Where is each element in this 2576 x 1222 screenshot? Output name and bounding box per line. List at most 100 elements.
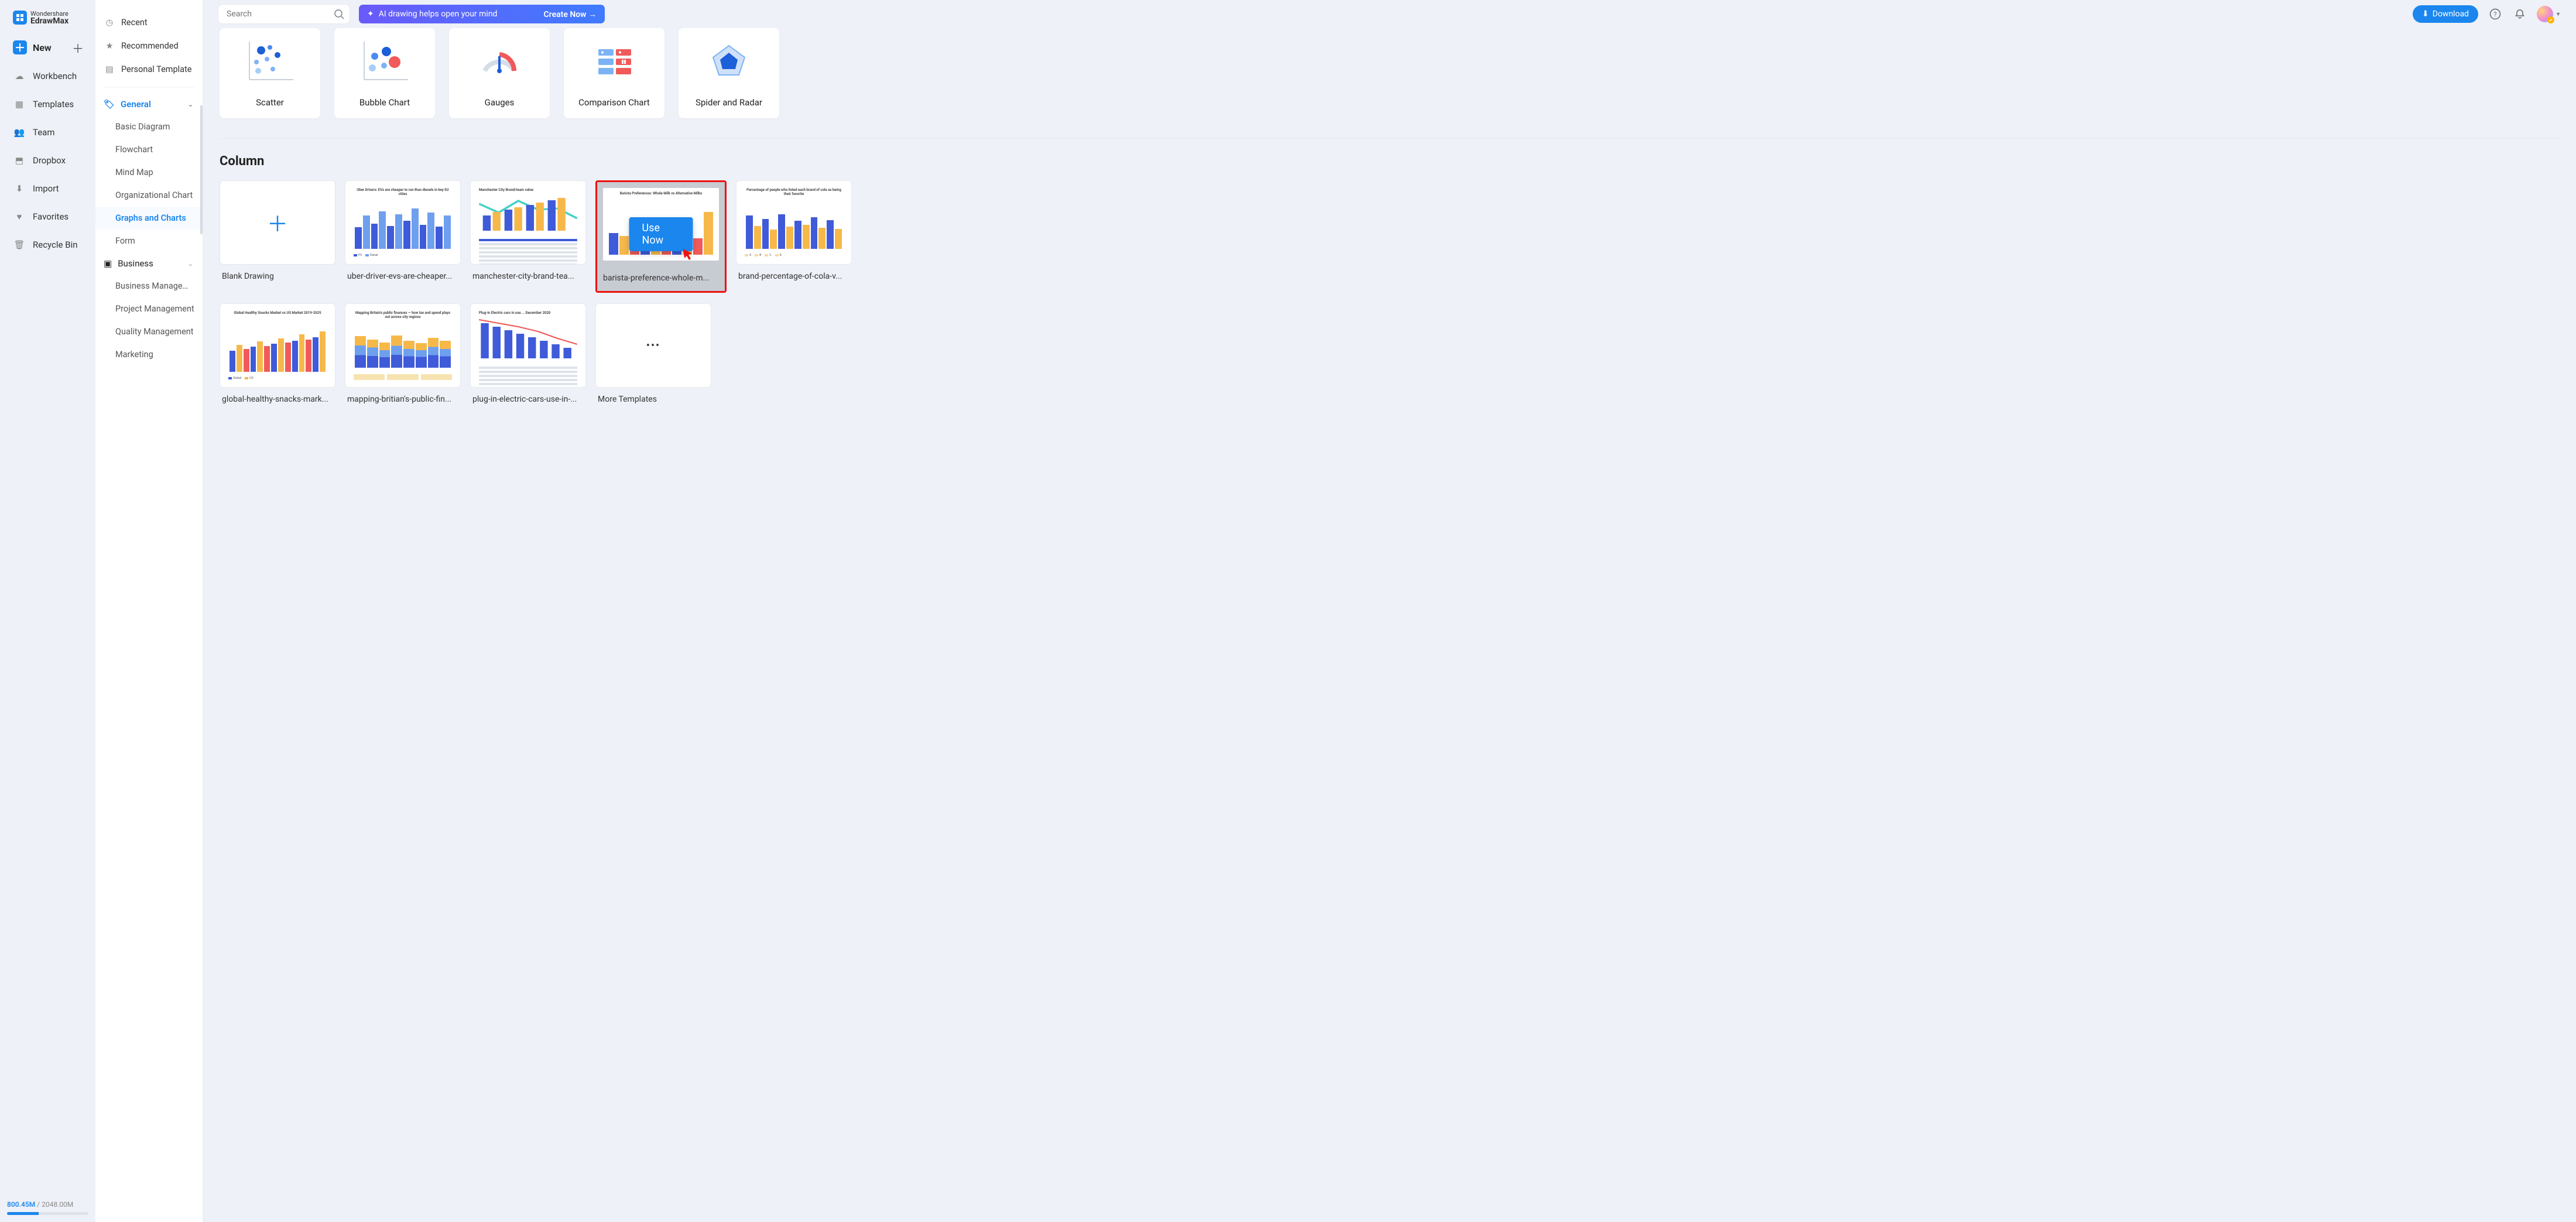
- template-more[interactable]: ••• More Templates: [595, 303, 711, 406]
- chevron-down-icon: ⌄: [188, 260, 193, 268]
- app-logo: Wondershare EdrawMax: [0, 6, 95, 33]
- category-card-gauges[interactable]: Gauges: [449, 28, 550, 118]
- category-card-spider[interactable]: Spider and Radar: [679, 28, 779, 118]
- subitem-flowchart[interactable]: Flowchart: [95, 138, 203, 161]
- subitem-form[interactable]: Form: [95, 230, 203, 252]
- subitem-organizational-chart[interactable]: Organizational Chart: [95, 184, 203, 207]
- category-business[interactable]: ▣Business ⌄: [95, 252, 203, 275]
- card-label: Scatter: [256, 97, 284, 108]
- template-label: Blank Drawing: [220, 265, 335, 283]
- thumb-blank: ＋: [220, 180, 335, 265]
- thumb: Manchester City Brand/team value: [470, 180, 586, 265]
- scrollbar[interactable]: [200, 105, 203, 234]
- category-cards-row: Scatter Bubble Char: [220, 28, 2560, 118]
- thumb: Percentage of people who listed each bra…: [736, 180, 852, 265]
- template-barista-highlighted[interactable]: Barista Preferences: Whole Milk vs Alter…: [595, 180, 727, 293]
- download-button[interactable]: ⬇ Download: [2413, 5, 2478, 23]
- bubble-icon: [340, 34, 429, 90]
- subitem-business-management[interactable]: Business Management: [95, 275, 203, 297]
- sidebar-item-recycle[interactable]: 🗑 Recycle Bin: [0, 231, 95, 259]
- cursor-icon: [681, 248, 694, 264]
- templates-icon: ▦: [13, 98, 26, 111]
- bell-icon[interactable]: [2512, 6, 2527, 22]
- comparison-icon: [570, 34, 659, 90]
- template-uber[interactable]: Uber Drivers: EVs are cheaper to run tha…: [345, 180, 461, 293]
- divider: [220, 138, 2560, 139]
- ellipsis-icon: •••: [646, 340, 660, 352]
- ai-banner[interactable]: ✦AI drawing helps open your mind Create …: [359, 5, 605, 23]
- thumb: Plug-in Electric cars in use ... Decembe…: [470, 303, 586, 388]
- sidebar-item-workbench[interactable]: ☁ Workbench: [0, 62, 95, 90]
- thumb: Global Healthy Snacks Market vs US Marke…: [220, 303, 335, 388]
- doc-icon: ▤: [104, 63, 115, 75]
- template-label: uber-driver-evs-are-cheaper...: [345, 265, 461, 283]
- chevron-down-icon: ▼: [2556, 11, 2561, 18]
- primary-sidebar: Wondershare EdrawMax ＋ New ＋ ☁ Workbench…: [0, 0, 95, 1222]
- thumb: Barista Preferences: Whole Milk vs Alter…: [597, 182, 725, 266]
- subitem-mind-map[interactable]: Mind Map: [95, 161, 203, 184]
- import-icon: ⬇: [13, 182, 26, 195]
- category-general[interactable]: 🏷General ⌄: [95, 93, 203, 115]
- sidebar-item-import[interactable]: ⬇ Import: [0, 174, 95, 203]
- trash-icon: 🗑: [13, 238, 26, 251]
- subitem-marketing[interactable]: Marketing: [95, 343, 203, 366]
- templates-row-1: ＋ Blank Drawing Uber Drivers: EVs are ch…: [220, 180, 2560, 293]
- search-input[interactable]: [218, 5, 350, 23]
- template-label: barista-preference-whole-m...: [597, 266, 725, 291]
- sidebar-item-favorites[interactable]: ♥ Favorites: [0, 203, 95, 231]
- category-card-scatter[interactable]: Scatter: [220, 28, 320, 118]
- template-label: manchester-city-brand-tea...: [470, 265, 586, 283]
- template-ev[interactable]: Plug-in Electric cars in use ... Decembe…: [470, 303, 586, 406]
- tag-icon: 🏷: [104, 99, 115, 109]
- help-icon[interactable]: ?: [2488, 6, 2503, 22]
- nav2-recent[interactable]: ◷ Recent: [95, 11, 203, 34]
- sidebar-item-templates[interactable]: ▦ Templates: [0, 90, 95, 118]
- card-label: Bubble Chart: [359, 97, 410, 108]
- storage-bar: [7, 1212, 88, 1215]
- search-icon[interactable]: [333, 8, 345, 20]
- search-box: [218, 5, 350, 23]
- dropbox-icon: ⬒: [13, 154, 26, 167]
- sidebar-item-team[interactable]: 👥 Team: [0, 118, 95, 146]
- nav2-personal-template[interactable]: ▤ Personal Template: [95, 57, 203, 81]
- sparkle-icon: ✦: [367, 9, 374, 19]
- subitem-basic-diagram[interactable]: Basic Diagram: [95, 115, 203, 138]
- template-label: plug-in-electric-cars-use-in-...: [470, 388, 586, 406]
- use-now-button[interactable]: Use Now: [629, 217, 693, 251]
- subitem-project-management[interactable]: Project Management: [95, 297, 203, 320]
- plus-icon: ＋: [267, 207, 288, 238]
- template-britain[interactable]: Mapping Britain's public finances — how …: [345, 303, 461, 406]
- category-card-comparison[interactable]: Comparison Chart: [564, 28, 664, 118]
- template-mancity[interactable]: Manchester City Brand/team value: [470, 180, 586, 293]
- card-label: Spider and Radar: [696, 97, 762, 108]
- main: ✦AI drawing helps open your mind Create …: [203, 0, 2576, 1222]
- storage-meter: 800.45M / 2048.00M: [7, 1200, 88, 1215]
- template-snacks[interactable]: Global Healthy Snacks Market vs US Marke…: [220, 303, 335, 406]
- card-label: Gauges: [485, 97, 515, 108]
- new-row: ＋ New ＋: [0, 33, 95, 62]
- badge-icon: ★: [104, 40, 115, 52]
- topbar: ✦AI drawing helps open your mind Create …: [203, 0, 2576, 28]
- logo-icon: [13, 11, 27, 25]
- account-menu[interactable]: ▼: [2537, 6, 2561, 22]
- section-title: Column: [220, 154, 2560, 169]
- avatar: [2537, 6, 2553, 22]
- subitem-quality-management[interactable]: Quality Management: [95, 320, 203, 343]
- scatter-icon: [225, 34, 314, 90]
- secondary-sidebar: ◷ Recent ★ Recommended ▤ Personal Templa…: [95, 0, 203, 1222]
- new-button[interactable]: ＋ New: [13, 40, 52, 54]
- nav2-recommended[interactable]: ★ Recommended: [95, 34, 203, 57]
- subitem-graphs-and-charts[interactable]: Graphs and Charts: [95, 207, 203, 230]
- thumb: Uber Drivers: EVs are cheaper to run tha…: [345, 180, 461, 265]
- template-cola[interactable]: Percentage of people who listed each bra…: [736, 180, 852, 293]
- content: Scatter Bubble Char: [203, 28, 2576, 1222]
- sidebar-item-dropbox[interactable]: ⬒ Dropbox: [0, 146, 95, 174]
- category-card-bubble[interactable]: Bubble Chart: [334, 28, 435, 118]
- logo-text: Wondershare EdrawMax: [30, 11, 68, 25]
- templates-row-2: Global Healthy Snacks Market vs US Marke…: [220, 303, 2560, 406]
- add-icon[interactable]: ＋: [71, 40, 85, 54]
- template-blank[interactable]: ＋ Blank Drawing: [220, 180, 335, 293]
- thumb: Mapping Britain's public finances — how …: [345, 303, 461, 388]
- plus-icon: ＋: [13, 40, 27, 54]
- team-icon: 👥: [13, 126, 26, 139]
